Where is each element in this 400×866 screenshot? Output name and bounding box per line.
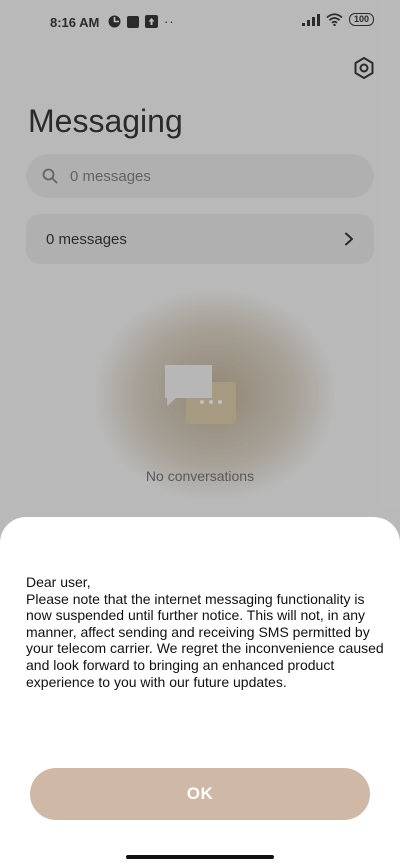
ok-button[interactable]: OK	[30, 768, 370, 820]
dialog-greeting: Dear user,	[26, 574, 91, 590]
dialog-message: Dear user, Please note that the internet…	[26, 574, 384, 690]
dialog-body: Please note that the internet messaging …	[26, 590, 384, 690]
home-indicator[interactable]	[126, 855, 274, 859]
notice-dialog: Dear user, Please note that the internet…	[0, 517, 400, 866]
